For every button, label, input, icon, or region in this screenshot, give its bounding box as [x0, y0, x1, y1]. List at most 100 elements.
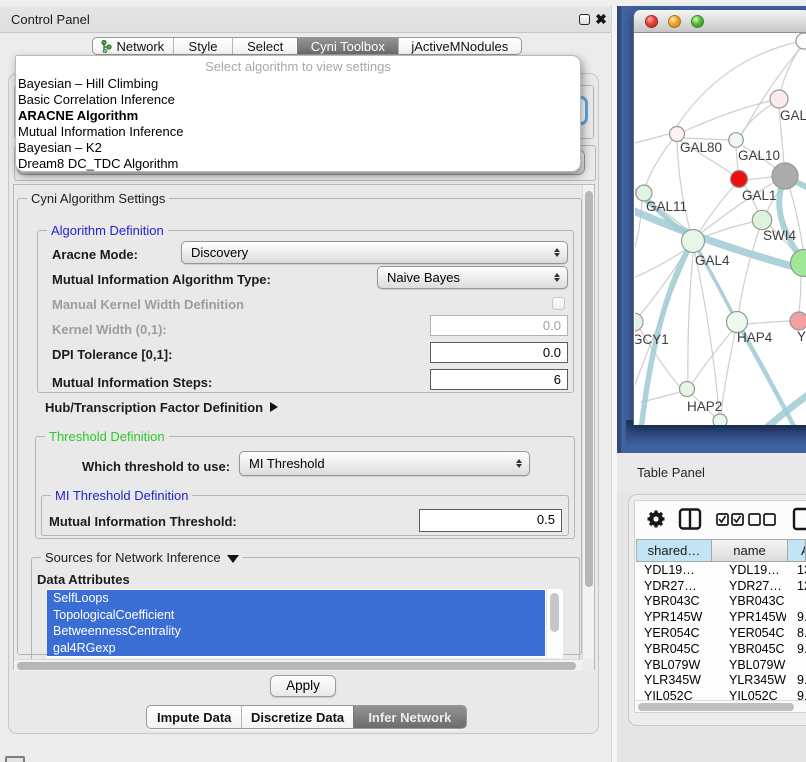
settings-horizontal-scrollbar[interactable]: [14, 659, 584, 671]
table-row[interactable]: YLR345WYLR345W9.: [636, 673, 806, 689]
sources-group-title[interactable]: Sources for Network Inference: [41, 550, 243, 565]
table-row[interactable]: YBR045CYBR045C9.: [636, 641, 806, 657]
table-cell: 13: [786, 563, 806, 577]
network-node[interactable]: [796, 33, 806, 49]
network-node[interactable]: [731, 171, 748, 188]
float-panel-icon[interactable]: [579, 14, 590, 25]
table-row[interactable]: YDL19…YDL19…13: [636, 562, 806, 578]
algorithm-popup-item[interactable]: ARACNE Algorithm: [16, 108, 580, 124]
dpi-tolerance-field[interactable]: 0.0: [430, 342, 568, 363]
table-hscroll-thumb[interactable]: [638, 703, 794, 711]
tab-label: Infer Network: [368, 710, 451, 725]
manual-kernel-checkbox[interactable]: [552, 297, 565, 310]
network-edge[interactable]: [646, 140, 672, 185]
network-node[interactable]: [635, 313, 643, 331]
network-view-window[interactable]: GAL2GAL80GAL10GAL1GAL11GAL4SWI4GCY1HAP4Y…: [633, 10, 806, 425]
minimize-traffic-light[interactable]: [668, 15, 681, 28]
network-edge[interactable]: [747, 177, 772, 180]
close-panel-icon[interactable]: ✖: [594, 11, 608, 27]
network-edge[interactable]: [747, 321, 790, 324]
mi-steps-field[interactable]: 6: [430, 369, 568, 390]
settings-vscroll-thumb[interactable]: [585, 191, 593, 587]
aracne-mode-combobox[interactable]: Discovery: [181, 241, 568, 264]
network-node[interactable]: [770, 90, 788, 108]
algorithm-popup-item[interactable]: Basic Correlation Inference: [16, 92, 580, 108]
column-header-name[interactable]: name: [711, 540, 787, 561]
network-edge[interactable]: [739, 230, 759, 311]
bottom-tab-infer-network[interactable]: Infer Network: [353, 706, 466, 728]
attributes-list-scrollbar[interactable]: [546, 589, 563, 658]
checked-columns-icon[interactable]: [717, 514, 743, 525]
network-edge[interactable]: [635, 134, 669, 143]
network-node[interactable]: [752, 210, 771, 229]
zoom-traffic-light[interactable]: [691, 15, 704, 28]
network-node[interactable]: [713, 414, 727, 425]
bottom-tab-discretize-data[interactable]: Discretize Data: [241, 706, 352, 728]
algorithm-popup-item[interactable]: Mutual Information Inference: [16, 124, 580, 140]
network-edge[interactable]: [700, 186, 734, 231]
table-row[interactable]: YDR27…YDR27…12: [636, 578, 806, 594]
network-node[interactable]: [791, 250, 806, 277]
network-edge[interactable]: [721, 333, 735, 413]
column-header-shared-name[interactable]: shared…: [637, 540, 711, 561]
kernel-width-field[interactable]: 0.0: [430, 315, 568, 336]
network-edge[interactable]: [799, 272, 801, 312]
close-traffic-light[interactable]: [645, 15, 658, 28]
network-edge[interactable]: [704, 222, 753, 237]
data-attributes-list[interactable]: SelfLoopsTopologicalCoefficientBetweenne…: [47, 589, 563, 658]
algorithm-popup-item[interactable]: Bayesian – Hill Climbing: [16, 76, 580, 92]
column-header-partial[interactable]: Av: [787, 540, 805, 561]
network-node[interactable]: [680, 382, 695, 397]
algorithm-popup-item[interactable]: Dream8 DC_TDC Algorithm: [16, 156, 580, 172]
table-cell: YIL052C: [710, 689, 786, 700]
network-edge[interactable]: [677, 142, 690, 230]
gear-icon[interactable]: [648, 511, 665, 528]
table-row[interactable]: YIL052CYIL052C9.: [636, 688, 806, 700]
table-row[interactable]: YBR043CYBR043C: [636, 594, 806, 610]
network-node[interactable]: [790, 312, 806, 330]
algorithm-popup-item[interactable]: Bayesian – K2: [16, 140, 580, 156]
control-panel-title: Control Panel: [11, 12, 90, 27]
settings-hscroll-thumb[interactable]: [17, 662, 576, 670]
table-horizontal-scrollbar[interactable]: [635, 700, 806, 712]
table-cell: YBR045C: [710, 642, 786, 656]
table-body[interactable]: YDL19…YDL19…13YDR27…YDR27…12YBR043CYBR04…: [636, 562, 806, 700]
table-row[interactable]: YER054CYER054C8.: [636, 625, 806, 641]
tab-jactivemnodules[interactable]: jActiveMNodules: [398, 38, 521, 54]
attribute-list-item[interactable]: SelfLoops: [47, 590, 545, 607]
tab-select[interactable]: Select: [232, 38, 297, 54]
network-node[interactable]: [729, 133, 744, 148]
column-browser-icon[interactable]: [680, 510, 700, 529]
unchecked-columns-icon[interactable]: [749, 514, 775, 525]
network-edge[interactable]: [695, 253, 719, 413]
dpi-tolerance-label: DPI Tolerance [0,1]:: [52, 347, 172, 362]
tab-cyni-toolbox[interactable]: Cyni Toolbox: [297, 38, 398, 54]
attribute-list-item[interactable]: BetweennessCentrality: [47, 623, 545, 640]
attributes-scrollbar-thumb[interactable]: [550, 593, 559, 632]
attribute-list-item[interactable]: gal4RGexp: [47, 640, 545, 657]
mi-type-combobox[interactable]: Naive Bayes: [377, 266, 568, 289]
bottom-tab-impute-data[interactable]: Impute Data: [147, 706, 241, 728]
tab-network[interactable]: Network: [93, 38, 173, 54]
mi-threshold-field[interactable]: 0.5: [419, 509, 562, 532]
new-table-icon[interactable]: [794, 509, 806, 529]
settings-vertical-scrollbar[interactable]: [582, 185, 594, 659]
network-node-label: GAL4: [695, 253, 730, 268]
table-toolbar: [636, 506, 806, 534]
network-graph-canvas[interactable]: GAL2GAL80GAL10GAL1GAL11GAL4SWI4GCY1HAP4Y…: [635, 33, 806, 425]
network-window-titlebar[interactable]: [634, 10, 806, 33]
hub-definition-toggle[interactable]: Hub/Transcription Factor Definition: [45, 400, 278, 415]
table-row[interactable]: YPR145WYPR145W9.: [636, 609, 806, 625]
application-window: Control Panel ✖ NetworkStyleSelectCyni T…: [0, 0, 806, 762]
apply-button[interactable]: Apply: [270, 675, 336, 697]
mi-threshold-label: Mutual Information Threshold:: [49, 514, 237, 529]
combo-arrows-icon: [549, 273, 565, 282]
network-node[interactable]: [772, 163, 798, 189]
network-edge[interactable]: [688, 253, 693, 381]
attribute-list-item[interactable]: TopologicalCoefficient: [47, 607, 545, 624]
table-row[interactable]: YBL079WYBL079W: [636, 657, 806, 673]
hub-definition-label: Hub/Transcription Factor Definition: [45, 400, 263, 415]
which-threshold-combobox[interactable]: MI Threshold: [239, 451, 530, 476]
network-node[interactable]: [682, 230, 705, 253]
tab-style[interactable]: Style: [173, 38, 233, 54]
